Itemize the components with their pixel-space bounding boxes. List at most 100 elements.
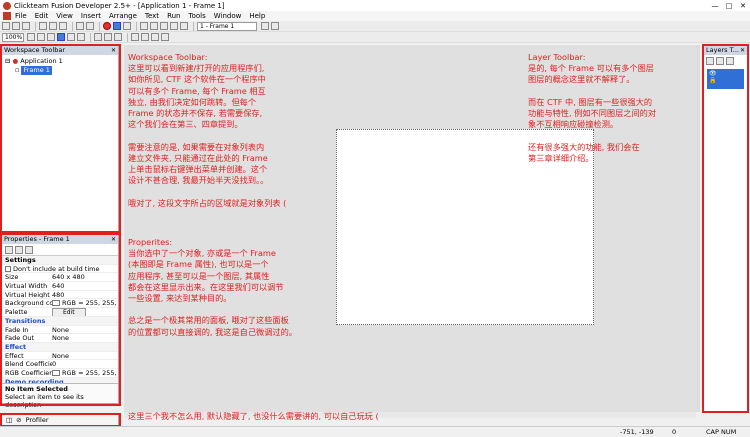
property-row[interactable]: Fade Out None: [2, 334, 118, 343]
property-value[interactable]: 480: [52, 291, 64, 299]
property-row[interactable]: Virtual Width 640: [2, 282, 118, 291]
folder-icon[interactable]: [25, 245, 33, 254]
frame-select[interactable]: 1 - Frame 1: [197, 21, 257, 31]
tab-profiler[interactable]: Profiler: [26, 416, 49, 424]
add-layer-icon[interactable]: [706, 56, 714, 65]
menu-insert[interactable]: Insert: [81, 12, 101, 20]
frame-editor-icon[interactable]: [150, 22, 158, 30]
property-row[interactable]: Palette Edit: [2, 308, 118, 317]
align-justify-icon[interactable]: [161, 33, 169, 41]
grid-icon[interactable]: [37, 33, 45, 41]
tree-item-application[interactable]: ⊟ ● Application 1: [5, 57, 115, 66]
layer-view-icon[interactable]: [57, 33, 65, 41]
save-icon[interactable]: [22, 22, 30, 30]
property-value[interactable]: 640 x 480: [52, 273, 85, 281]
property-row[interactable]: Blend Coefficie 0: [2, 360, 118, 369]
property-row[interactable]: Fade In None: [2, 326, 118, 335]
data-elements-icon[interactable]: [180, 22, 188, 30]
menu-text[interactable]: Text: [145, 12, 159, 20]
annotation-properties: Properites: 当你选中了一个对象, 亦或是一个 Frame (本图即是…: [128, 237, 297, 337]
close-button[interactable]: ✕: [736, 2, 750, 10]
edit-button[interactable]: Edit: [52, 308, 86, 316]
run-frame-icon[interactable]: [113, 22, 121, 30]
layer-lock-icon[interactable]: [726, 56, 734, 65]
property-value[interactable]: RGB = 255, 255, 2: [62, 299, 118, 307]
properties-icon[interactable]: [5, 245, 13, 254]
align-right-icon[interactable]: [151, 33, 159, 41]
italic-icon[interactable]: [104, 33, 112, 41]
property-row[interactable]: Effect None: [2, 352, 118, 361]
previous-frame-icon[interactable]: [261, 22, 269, 30]
property-value[interactable]: None: [52, 352, 69, 360]
run-application-icon[interactable]: [103, 22, 111, 30]
property-row[interactable]: Don't include at build time: [2, 265, 118, 274]
close-icon[interactable]: ✕: [111, 46, 116, 55]
snap-icon[interactable]: [47, 33, 55, 41]
underline-icon[interactable]: [114, 33, 122, 41]
redo-icon[interactable]: [86, 22, 94, 30]
property-row[interactable]: Background col RGB = 255, 255, 2: [2, 299, 118, 309]
menu-edit[interactable]: Edit: [35, 12, 49, 20]
minimize-button[interactable]: —: [708, 2, 722, 10]
new-icon[interactable]: [2, 22, 10, 30]
property-row[interactable]: Size 640 x 480: [2, 273, 118, 283]
zoom-icon[interactable]: [27, 33, 35, 41]
properties-description: No Item Selected Select an item to see i…: [2, 383, 118, 409]
property-row[interactable]: RGB Coefficient RGB = 255, 255, 2: [2, 369, 118, 378]
tab-icon-b[interactable]: ⊘: [16, 416, 21, 424]
event-editor-icon[interactable]: [160, 22, 168, 30]
properties-panel: Properties - Frame 1 ✕ Settings Don't inc…: [1, 234, 119, 409]
window-title: Clickteam Fusion Developer 2.5+ - [Appli…: [14, 1, 225, 10]
property-label: Fade In: [5, 325, 29, 334]
event-list-icon[interactable]: [170, 22, 178, 30]
eye-icon[interactable]: 👁: [709, 70, 742, 77]
lasso-icon[interactable]: [77, 33, 85, 41]
properties-title: Properties - Frame 1: [4, 235, 70, 243]
close-icon[interactable]: ✕: [740, 46, 745, 55]
menu-help[interactable]: Help: [249, 12, 265, 20]
property-value[interactable]: None: [52, 326, 69, 334]
cut-icon[interactable]: [39, 22, 47, 30]
zoom-select[interactable]: 100%: [2, 32, 24, 42]
storyboard-editor-icon[interactable]: [140, 22, 148, 30]
toolbar-divider: [193, 21, 194, 31]
checkbox[interactable]: [5, 265, 11, 272]
layer-item[interactable]: 👁 🔒: [707, 69, 744, 89]
workspace-toolbar-header: Workspace Toolbar ✕: [2, 46, 118, 55]
maximize-button[interactable]: □: [722, 2, 736, 10]
color-swatch[interactable]: [52, 369, 60, 376]
bold-icon[interactable]: [94, 33, 102, 41]
copy-properties-icon[interactable]: [15, 245, 23, 254]
build-icon[interactable]: [123, 22, 131, 30]
lock-icon[interactable]: 🔒: [709, 77, 742, 84]
property-label: RGB Coefficient: [5, 368, 52, 377]
tab-icon-a[interactable]: ◫: [6, 416, 12, 424]
property-value[interactable]: RGB = 255, 255, 2: [62, 369, 118, 377]
toolbar-divider: [99, 21, 100, 31]
align-center-icon[interactable]: [141, 33, 149, 41]
open-icon[interactable]: [12, 22, 20, 30]
layers-toolbar-panel: Layers T... ✕ 👁 🔒: [703, 45, 748, 412]
copy-icon[interactable]: [49, 22, 57, 30]
menu-run[interactable]: Run: [167, 12, 180, 20]
menu-file[interactable]: File: [15, 12, 27, 20]
delete-layer-icon[interactable]: [716, 56, 724, 65]
property-row[interactable]: Virtual Height 480: [2, 291, 118, 300]
menu-view[interactable]: View: [56, 12, 73, 20]
menu-arrange[interactable]: Arrange: [109, 12, 137, 20]
toolbar-divider: [72, 21, 73, 31]
property-value[interactable]: None: [52, 334, 69, 342]
undo-icon[interactable]: [76, 22, 84, 30]
next-frame-icon[interactable]: [271, 22, 279, 30]
select-icon[interactable]: [67, 33, 75, 41]
property-value[interactable]: 640: [52, 282, 64, 290]
color-swatch[interactable]: [52, 300, 60, 307]
paste-icon[interactable]: [59, 22, 67, 30]
menu-tools[interactable]: Tools: [189, 12, 206, 20]
close-icon[interactable]: ✕: [111, 235, 116, 244]
align-left-icon[interactable]: [131, 33, 139, 41]
property-value[interactable]: 0: [52, 360, 56, 368]
tree-item-frame[interactable]: ▫ Frame 1: [5, 66, 115, 75]
vertical-scrollbar[interactable]: [696, 45, 700, 412]
menu-window[interactable]: Window: [214, 12, 242, 20]
